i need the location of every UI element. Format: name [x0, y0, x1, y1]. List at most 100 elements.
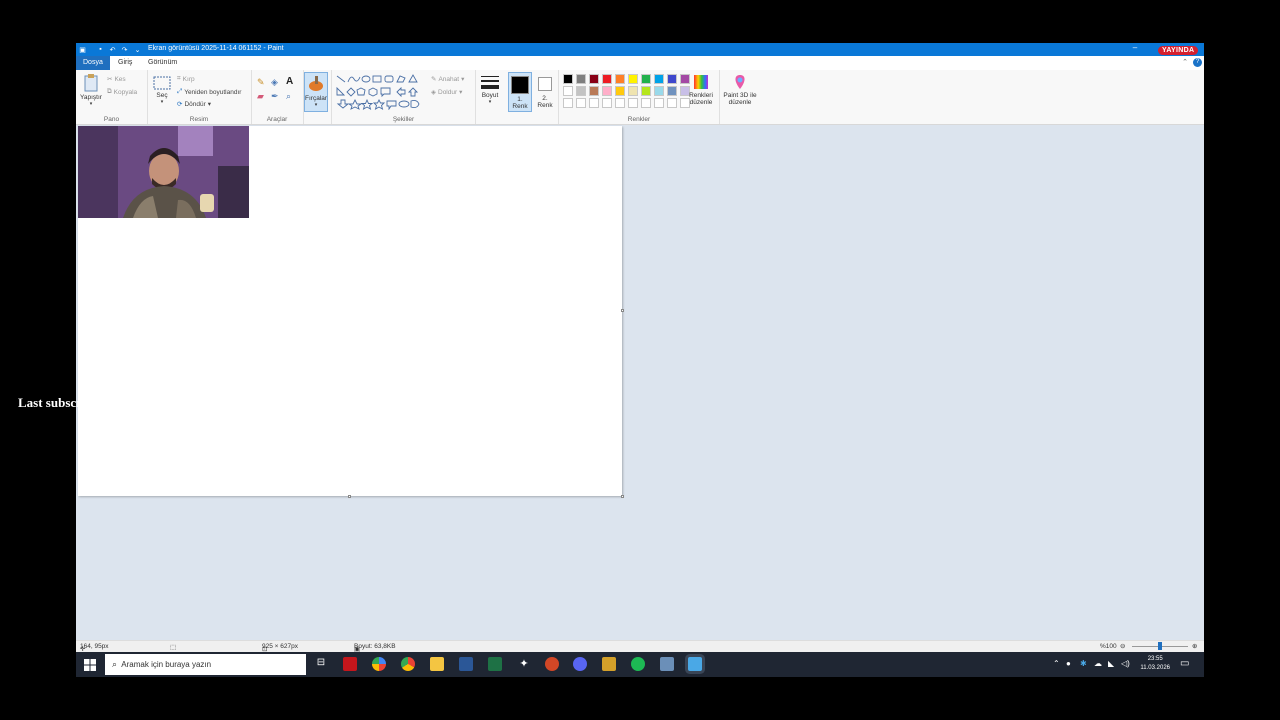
zoom-in-icon[interactable]: ⊕ — [1192, 642, 1197, 650]
color-swatch[interactable] — [654, 98, 664, 108]
color-swatch[interactable] — [589, 98, 599, 108]
select-dropdown-icon[interactable]: ▾ — [151, 99, 173, 105]
brushes-dropdown-icon: ▾ — [314, 102, 318, 108]
tab-view[interactable]: Görünüm — [141, 56, 184, 70]
quick-access-dropdown-icon[interactable]: ⌄ — [133, 45, 142, 54]
copilot-icon[interactable] — [372, 657, 386, 671]
cut-button[interactable]: ✂ Kes — [107, 75, 126, 84]
color-swatch[interactable] — [628, 86, 638, 96]
selection-icon: ⬚ — [170, 644, 177, 651]
color-swatch[interactable] — [563, 74, 573, 84]
color-swatch[interactable] — [654, 86, 664, 96]
file-explorer-icon[interactable] — [430, 657, 444, 671]
resize-button[interactable]: ⤢ Yeniden boyutlandır — [177, 88, 241, 96]
undo-icon[interactable]: ↶ — [108, 45, 117, 54]
paint-taskbar-icon[interactable] — [688, 657, 702, 671]
obs-icon[interactable] — [660, 657, 674, 671]
crop-button[interactable]: ⌗ Kırp — [177, 75, 195, 83]
zoom-slider-thumb[interactable] — [1158, 642, 1162, 650]
resize-handle-right[interactable] — [621, 309, 624, 312]
magnifier-icon[interactable]: ⌕ — [286, 91, 291, 102]
wifi-icon[interactable]: ◣ — [1108, 659, 1114, 668]
spotify-icon[interactable] — [631, 657, 645, 671]
discord-icon[interactable] — [573, 657, 587, 671]
size-button[interactable]: Boyut ▾ — [476, 74, 504, 105]
excel-icon[interactable] — [488, 657, 502, 671]
fill-button[interactable]: ◈ Doldur ▾ — [431, 88, 462, 97]
notes-icon[interactable] — [602, 657, 616, 671]
volume-icon[interactable]: ◁) — [1121, 659, 1130, 668]
color-swatch[interactable] — [667, 86, 677, 96]
color-swatch[interactable] — [602, 86, 612, 96]
color-swatch[interactable] — [576, 98, 586, 108]
rotate-icon: ⟳ — [177, 101, 183, 108]
task-view-icon[interactable]: ⊟ — [314, 657, 328, 671]
collapse-ribbon-icon[interactable]: ⌃ — [1182, 58, 1188, 66]
color-swatch[interactable] — [667, 74, 677, 84]
tab-file[interactable]: Dosya — [76, 56, 110, 70]
color-swatch[interactable] — [576, 86, 586, 96]
color-swatch[interactable] — [589, 86, 599, 96]
color-swatch[interactable] — [641, 86, 651, 96]
outline-button[interactable]: ✎ Anahat ▾ — [431, 75, 464, 84]
outline-label: Anahat — [438, 75, 460, 83]
select-button[interactable]: Seç ▾ — [151, 76, 173, 105]
capcut-icon[interactable]: ✦ — [517, 657, 531, 671]
color-swatch[interactable] — [576, 74, 586, 84]
color-swatch[interactable] — [654, 74, 664, 84]
minimize-button[interactable]: – — [1128, 43, 1142, 55]
help-button[interactable]: ? — [1193, 58, 1202, 67]
paste-button[interactable]: Yapıştır ▾ — [79, 74, 103, 107]
scissors-icon: ✂ — [107, 76, 113, 83]
microphone-icon[interactable]: ● — [1066, 659, 1071, 668]
color-swatch[interactable] — [602, 74, 612, 84]
color-swatch[interactable] — [589, 74, 599, 84]
acrobat-icon[interactable] — [343, 657, 357, 671]
taskbar-search[interactable]: ⌕ Aramak için buraya yazın — [105, 654, 306, 675]
edit-colors-button[interactable]: Renkleri düzenle — [686, 74, 716, 106]
paint3d-button[interactable]: Paint 3D ile düzenle — [720, 74, 760, 106]
chrome-icon[interactable] — [401, 657, 415, 671]
color1-button[interactable]: 1. Renk — [508, 72, 532, 112]
bluetooth-icon[interactable]: ✱ — [1080, 659, 1087, 668]
word-icon[interactable] — [459, 657, 473, 671]
pencil-icon[interactable]: ✎ — [257, 77, 265, 88]
color-swatch[interactable] — [641, 74, 651, 84]
clock[interactable]: 23:55 11.03.2026 — [1140, 655, 1170, 673]
cloud-icon[interactable]: ☁ — [1094, 659, 1102, 668]
shapes-gallery[interactable] — [335, 74, 430, 110]
drawing-canvas[interactable] — [78, 126, 624, 498]
color-swatch[interactable] — [563, 86, 573, 96]
zoom-out-icon[interactable]: ⊖ — [1120, 642, 1125, 650]
color-swatch[interactable] — [667, 98, 677, 108]
color-swatch[interactable] — [628, 74, 638, 84]
resize-handle-bottom[interactable] — [348, 495, 351, 498]
color-picker-icon[interactable]: ✒ — [271, 91, 279, 102]
tab-home[interactable]: Giriş — [111, 56, 139, 70]
powerpoint-icon[interactable] — [545, 657, 559, 671]
brushes-button[interactable]: Fırçalar ▾ — [304, 72, 328, 112]
color2-button[interactable]: 2. Renk — [534, 72, 556, 110]
text-tool-icon[interactable]: A — [286, 76, 293, 87]
eraser-icon[interactable]: ▰ — [257, 91, 264, 102]
color-swatch[interactable] — [563, 98, 573, 108]
tray-overflow-icon[interactable]: ⌃ — [1053, 659, 1060, 668]
color1-swatch — [511, 76, 529, 94]
rotate-button[interactable]: ⟳ Döndür ▾ — [177, 100, 211, 109]
color-swatch[interactable] — [641, 98, 651, 108]
fill-bucket-icon[interactable]: ◈ — [271, 77, 278, 88]
paste-dropdown-icon[interactable]: ▾ — [79, 101, 103, 107]
color-swatch[interactable] — [628, 98, 638, 108]
ribbon: Yapıştır ▾ ✂ Kes ⧉ Kopyala Pano Seç ▾ ⌗ Kır… — [76, 70, 1204, 125]
notifications-icon[interactable]: ▭ — [1180, 658, 1189, 669]
save-icon[interactable]: ▪ — [96, 45, 105, 54]
copy-button[interactable]: ⧉ Kopyala — [107, 88, 137, 96]
redo-icon[interactable]: ↷ — [120, 45, 129, 54]
title-bar: ▣ ▪ ↶ ↷ ⌄ Ekran görüntüsü 2025-11-14 061… — [76, 43, 1204, 56]
resize-handle-corner[interactable] — [621, 495, 624, 498]
color-swatch[interactable] — [615, 98, 625, 108]
color-swatch[interactable] — [602, 98, 612, 108]
windows-start-icon[interactable] — [84, 659, 96, 671]
color-swatch[interactable] — [615, 74, 625, 84]
color-swatch[interactable] — [615, 86, 625, 96]
